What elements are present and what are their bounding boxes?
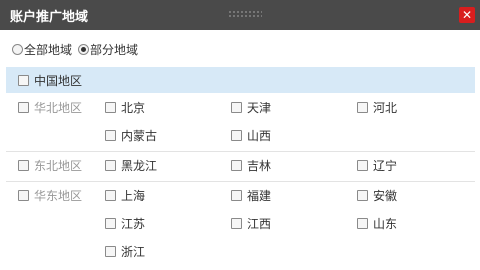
radio-all-regions[interactable] [12,43,23,55]
region-label-dongbei[interactable]: 东北地区 [34,157,82,174]
province-checkbox[interactable] [357,101,368,113]
province-label[interactable]: 福建 [247,187,271,204]
radio-partial-regions-label[interactable]: 部分地域 [90,41,138,58]
province-zhejiang: 浙江 [105,243,145,259]
region-dongbei: 东北地区 [18,157,82,173]
province-shanghai: 上海 [105,187,145,203]
province-jiangxi: 江西 [231,215,271,231]
row-divider [6,181,475,182]
province-neimenggu: 内蒙古 [105,127,157,143]
province-label[interactable]: 天津 [247,99,271,116]
province-label[interactable]: 江西 [247,215,271,232]
row-divider [6,151,475,152]
dialog-title: 账户推广地域 [10,9,89,25]
province-shandong: 山东 [357,215,397,231]
dialog-titlebar[interactable]: 账户推广地域 ✕ [0,0,480,30]
province-checkbox[interactable] [231,159,242,171]
province-label[interactable]: 山西 [247,127,271,144]
china-label[interactable]: 中国地区 [34,72,82,89]
province-checkbox[interactable] [231,189,242,201]
province-checkbox[interactable] [105,245,116,257]
province-anhui: 安徽 [357,187,397,203]
region-label-huadong[interactable]: 华东地区 [34,187,82,204]
province-checkbox[interactable] [231,101,242,113]
province-checkbox[interactable] [105,129,116,141]
region-huadong: 华东地区 [18,187,82,203]
province-label[interactable]: 浙江 [121,243,145,260]
province-label[interactable]: 安徽 [373,187,397,204]
province-label[interactable]: 上海 [121,187,145,204]
province-jiangsu: 江苏 [105,215,145,231]
province-checkbox[interactable] [231,129,242,141]
province-label[interactable]: 北京 [121,99,145,116]
drag-grip-icon[interactable] [228,10,262,18]
region-label-huabei[interactable]: 华北地区 [34,99,82,116]
province-checkbox[interactable] [231,217,242,229]
province-liaoning: 辽宁 [357,157,397,173]
close-icon[interactable]: ✕ [459,7,475,23]
province-shanxi: 山西 [231,127,271,143]
china-region-row: 中国地区 [6,67,475,93]
province-fujian: 福建 [231,187,271,203]
province-label[interactable]: 山东 [373,215,397,232]
province-checkbox[interactable] [357,159,368,171]
radio-partial-regions[interactable] [78,43,90,55]
province-jilin: 吉林 [231,157,271,173]
region-checkbox-dongbei[interactable] [18,159,29,171]
region-dialog: 账户推广地域 ✕ 全部地域 部分地域 中国地区 华北地区 北京 天津 河北 内蒙… [0,0,480,270]
province-checkbox[interactable] [105,217,116,229]
province-beijing: 北京 [105,99,145,115]
province-label[interactable]: 黑龙江 [121,157,157,174]
province-tianjin: 天津 [231,99,271,115]
province-label[interactable]: 江苏 [121,215,145,232]
region-checkbox-huabei[interactable] [18,101,29,113]
province-hebei: 河北 [357,99,397,115]
region-checkbox-huadong[interactable] [18,189,29,201]
province-label[interactable]: 河北 [373,99,397,116]
radio-all-regions-label[interactable]: 全部地域 [24,41,72,58]
province-label[interactable]: 内蒙古 [121,127,157,144]
province-heilongjiang: 黑龙江 [105,157,157,173]
province-checkbox[interactable] [105,101,116,113]
province-label[interactable]: 辽宁 [373,157,397,174]
scope-radio-group: 全部地域 部分地域 [12,40,144,58]
china-checkbox[interactable] [18,74,29,86]
province-checkbox[interactable] [357,189,368,201]
province-checkbox[interactable] [105,159,116,171]
region-huabei: 华北地区 [18,99,82,115]
province-checkbox[interactable] [357,217,368,229]
province-checkbox[interactable] [105,189,116,201]
province-label[interactable]: 吉林 [247,157,271,174]
